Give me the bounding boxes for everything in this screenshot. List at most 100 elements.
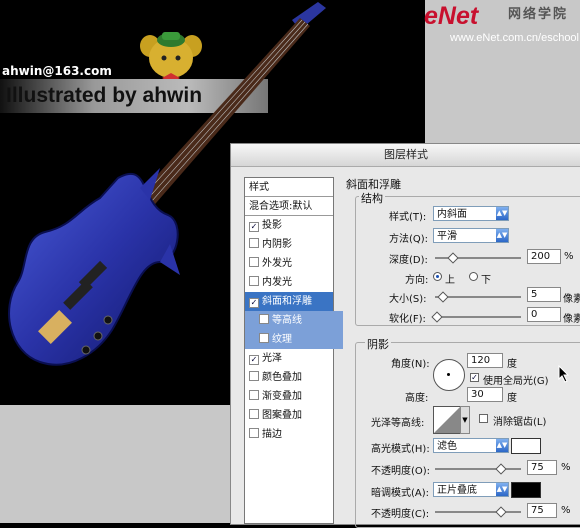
shading-title: 阴影 xyxy=(365,336,391,352)
angle-input[interactable]: 120 xyxy=(467,353,503,368)
soften-slider[interactable] xyxy=(435,316,521,318)
soften-unit: 像素 xyxy=(563,314,580,325)
style-checkbox[interactable]: ✓ xyxy=(249,355,259,365)
shadow-opacity-label: 不透明度(C): xyxy=(371,509,430,520)
chevron-down-icon: ▲▼ xyxy=(496,229,508,242)
canvas-background-bottom xyxy=(0,405,240,523)
style-checkbox[interactable] xyxy=(259,314,269,324)
style-list-item[interactable]: ✓ 光泽 xyxy=(245,349,333,368)
style-list-item-label: 内阴影 xyxy=(262,239,292,250)
antialias-label: 消除锯齿(L) xyxy=(493,417,547,428)
depth-unit: % xyxy=(564,251,574,262)
style-checkbox[interactable] xyxy=(249,390,259,400)
style-list-item-label: 内发光 xyxy=(262,277,292,288)
altitude-unit: 度 xyxy=(507,393,517,404)
layer-style-dialog: 图层样式 样式 混合选项:默认 ✓ 投影 内阴影 外发光 内发光 ✓ 斜面和浮雕 等高线 纹理 ✓… xyxy=(230,143,580,528)
chevron-down-icon: ▲▼ xyxy=(496,483,508,496)
chevron-down-icon: ▲▼ xyxy=(496,207,508,220)
style-list-item[interactable]: 外发光 xyxy=(245,254,333,273)
structure-title: 结构 xyxy=(359,190,385,206)
angle-unit: 度 xyxy=(507,359,517,370)
direction-up-label: 上 xyxy=(445,275,455,286)
cursor-arrow-icon xyxy=(558,365,570,383)
highlight-opacity-slider[interactable] xyxy=(435,468,521,470)
style-list-item[interactable]: 纹理 xyxy=(245,330,343,349)
depth-input[interactable]: 200 xyxy=(527,249,561,264)
style-list-item-label: 外发光 xyxy=(262,258,292,269)
highlight-opacity-input[interactable]: 75 xyxy=(527,460,557,475)
highlight-mode-label: 高光模式(H): xyxy=(371,444,430,455)
contour-curve-icon xyxy=(434,407,460,433)
highlight-color-swatch[interactable] xyxy=(511,438,541,454)
style-checkbox[interactable] xyxy=(249,409,259,419)
style-checkbox[interactable] xyxy=(259,333,269,343)
style-list-item-label: 光泽 xyxy=(262,353,282,364)
angle-dial-center xyxy=(447,373,450,376)
angle-label: 角度(N): xyxy=(391,359,430,370)
style-list-item-label: 斜面和浮雕 xyxy=(262,296,312,307)
style-list-item[interactable]: ✓ 斜面和浮雕 xyxy=(245,292,333,311)
style-list-item[interactable]: ✓ 投影 xyxy=(245,216,333,235)
highlight-mode-select[interactable]: 滤色 ▲▼ xyxy=(433,438,509,453)
depth-label: 深度(D): xyxy=(389,255,428,266)
enet-url: www.eNet.com.cn/eschool xyxy=(450,32,579,44)
global-light-label: 使用全局光(G) xyxy=(483,376,549,387)
style-checkbox[interactable] xyxy=(249,257,259,267)
size-input[interactable]: 5 xyxy=(527,287,561,302)
gloss-contour-preview[interactable] xyxy=(433,406,461,434)
style-list-item-label: 纹理 xyxy=(272,334,292,345)
style-list-item[interactable]: 描边 xyxy=(245,425,333,444)
direction-up-radio[interactable] xyxy=(433,272,442,281)
angle-dial[interactable] xyxy=(433,359,465,391)
style-list-item[interactable]: 等高线 xyxy=(245,311,343,330)
shading-group xyxy=(355,342,580,528)
altitude-label: 高度: xyxy=(405,393,429,404)
method-label: 方法(Q): xyxy=(389,234,429,245)
soften-input[interactable]: 0 xyxy=(527,307,561,322)
altitude-input[interactable]: 30 xyxy=(467,387,503,402)
style-list: 样式 混合选项:默认 ✓ 投影 内阴影 外发光 内发光 ✓ 斜面和浮雕 等高线 纹理 ✓ 光泽 颜色叠… xyxy=(244,177,343,524)
style-list-item-label: 渐变叠加 xyxy=(262,391,302,402)
contour-dropdown-arrow[interactable]: ▼ xyxy=(460,406,470,434)
shadow-opacity-unit: % xyxy=(561,505,571,516)
style-list-item[interactable]: 图案叠加 xyxy=(245,406,333,425)
method-select[interactable]: 平滑 ▲▼ xyxy=(433,228,509,243)
direction-label: 方向: xyxy=(405,275,429,286)
style-list-item-label: 颜色叠加 xyxy=(262,372,302,383)
style-list-item[interactable]: 渐变叠加 xyxy=(245,387,333,406)
shadow-color-swatch[interactable] xyxy=(511,482,541,498)
style-checkbox[interactable] xyxy=(249,238,259,248)
style-list-header[interactable]: 样式 xyxy=(245,178,333,197)
shadow-mode-select[interactable]: 正片叠底 ▲▼ xyxy=(433,482,509,497)
enet-logo-cn: 网络学院 xyxy=(508,7,569,22)
blend-options-item[interactable]: 混合选项:默认 xyxy=(245,197,333,216)
antialias-checkbox[interactable] xyxy=(479,414,488,423)
style-checkbox[interactable]: ✓ xyxy=(249,222,259,232)
global-light-checkbox[interactable]: ✓ xyxy=(470,373,479,382)
shadow-opacity-slider[interactable] xyxy=(435,511,521,513)
style-checkbox[interactable] xyxy=(249,276,259,286)
style-list-item[interactable]: 内阴影 xyxy=(245,235,333,254)
style-list-item-label: 图案叠加 xyxy=(262,410,302,421)
soften-label: 软化(F): xyxy=(389,314,426,325)
style-list-item[interactable]: 内发光 xyxy=(245,273,333,292)
dialog-title: 图层样式 xyxy=(231,144,580,167)
style-label: 样式(T): xyxy=(389,212,427,223)
enet-logo: eNet xyxy=(424,2,479,30)
style-checkbox[interactable]: ✓ xyxy=(249,298,259,308)
style-list-item-label: 等高线 xyxy=(272,315,302,326)
shadow-mode-label: 暗调模式(A): xyxy=(371,488,430,499)
style-select[interactable]: 内斜面 ▲▼ xyxy=(433,206,509,221)
style-list-item-label: 描边 xyxy=(262,429,282,440)
direction-down-label: 下 xyxy=(481,275,491,286)
style-checkbox[interactable] xyxy=(249,371,259,381)
size-unit: 像素 xyxy=(563,294,580,305)
style-checkbox[interactable] xyxy=(249,428,259,438)
shadow-opacity-input[interactable]: 75 xyxy=(527,503,557,518)
highlight-opacity-unit: % xyxy=(561,462,571,473)
highlight-opacity-label: 不透明度(O): xyxy=(371,466,431,477)
style-list-item-label: 投影 xyxy=(262,220,282,231)
direction-down-radio[interactable] xyxy=(469,272,478,281)
chevron-down-icon: ▲▼ xyxy=(496,439,508,452)
style-list-item[interactable]: 颜色叠加 xyxy=(245,368,333,387)
